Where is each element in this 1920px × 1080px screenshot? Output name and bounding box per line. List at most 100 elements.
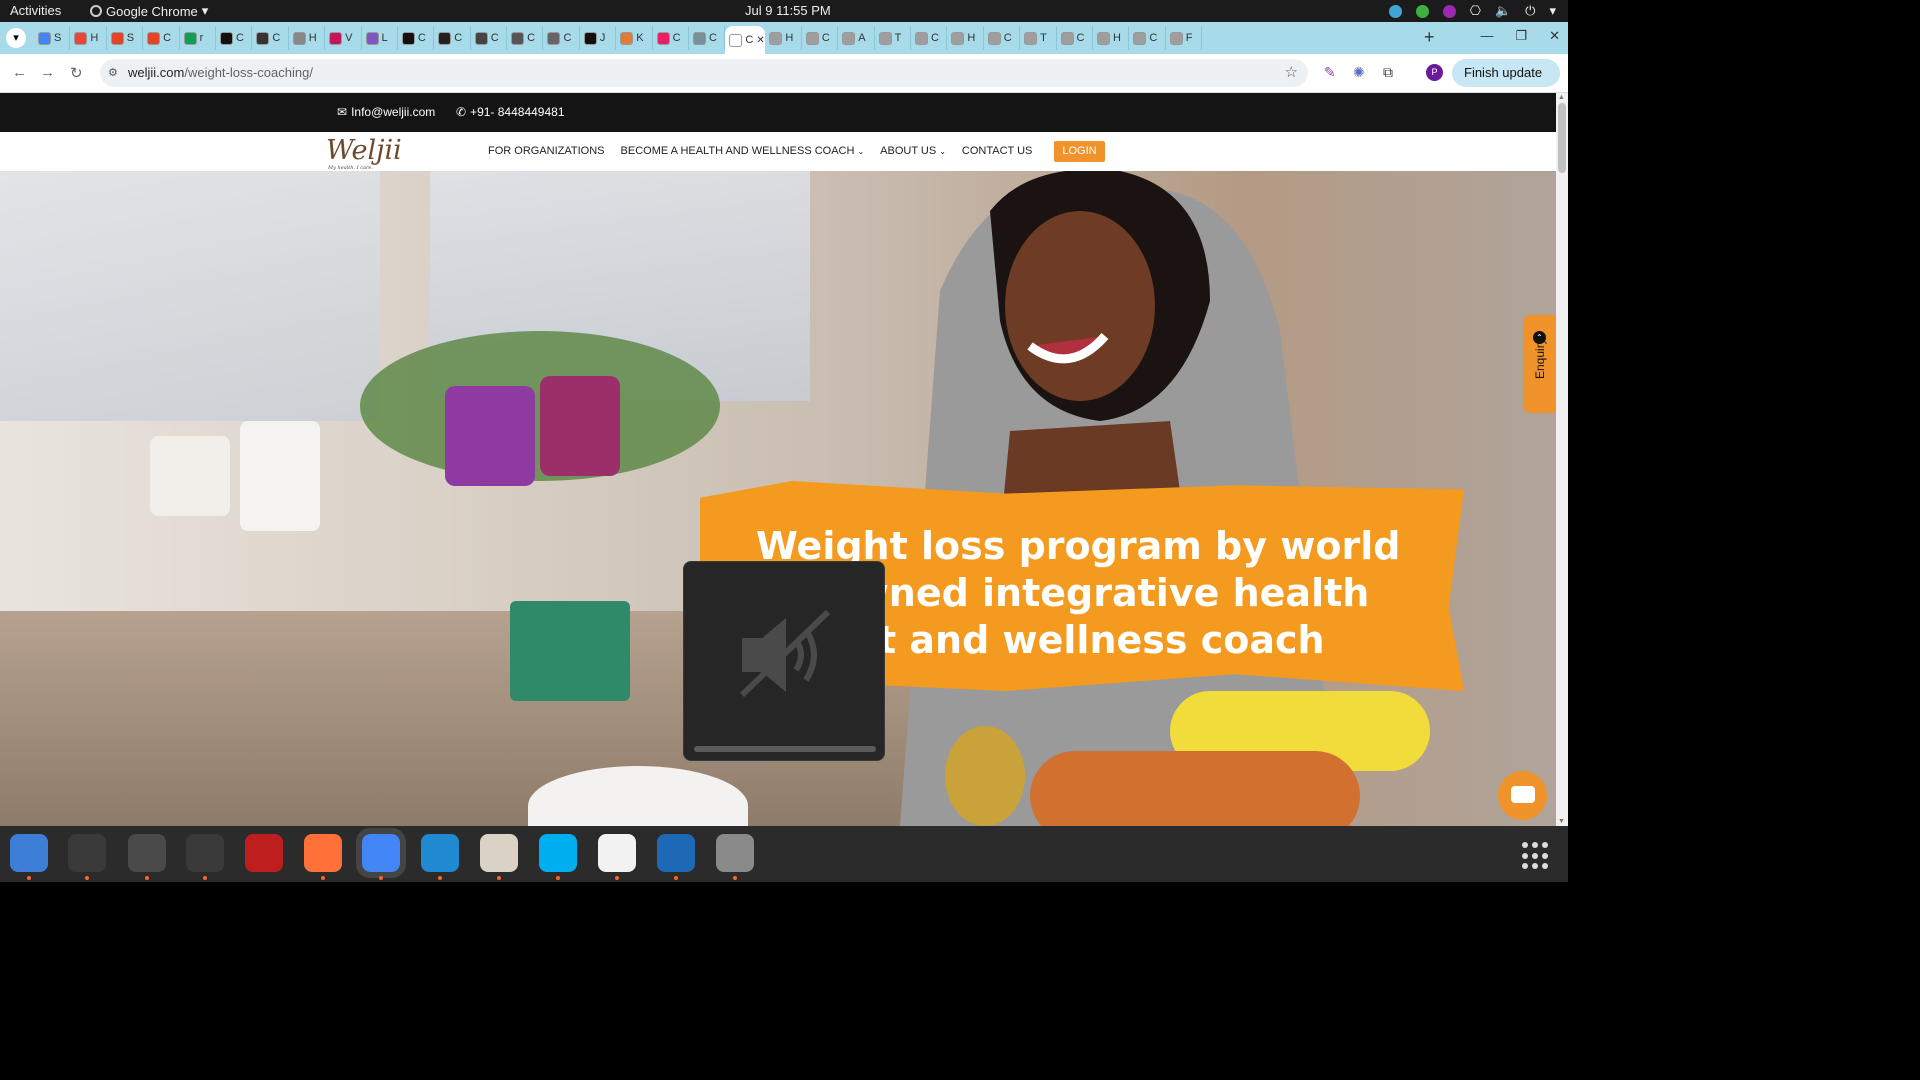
email-link[interactable]: ✉ Info@weljii.com	[337, 105, 435, 119]
browser-tab[interactable]: C	[507, 26, 544, 50]
browser-tab[interactable]: C	[689, 26, 726, 50]
enquiry-tab[interactable]: ⌃ Enquiry	[1523, 315, 1556, 413]
forward-button[interactable]: →	[40, 64, 55, 81]
enquiry-label: Enquiry	[1533, 338, 1547, 379]
vscode-icon[interactable]	[421, 834, 459, 872]
chat-bubble-icon	[1511, 786, 1535, 803]
thunderbird-icon[interactable]	[10, 834, 48, 872]
browser-tab[interactable]: J	[580, 26, 617, 50]
browser-tab[interactable]: A	[838, 26, 875, 50]
nav-item-for-organizations[interactable]: FOR ORGANIZATIONS	[488, 145, 605, 157]
nav-item-about-us[interactable]: ABOUT US ⌄	[880, 145, 946, 157]
new-tab-button[interactable]: +	[1424, 27, 1435, 48]
tray-check-icon[interactable]	[1415, 4, 1429, 18]
maximize-icon[interactable]: ❐	[1515, 28, 1527, 44]
app-menu[interactable]: Google Chrome ▾	[90, 3, 208, 19]
browser-tab[interactable]: H	[70, 26, 107, 50]
browser-tab[interactable]: C	[143, 26, 180, 50]
filezilla-icon[interactable]	[245, 834, 283, 872]
text-editor-icon[interactable]	[598, 834, 636, 872]
pen-extension-icon[interactable]: ✎	[1324, 64, 1336, 81]
browser-tab[interactable]: H	[947, 26, 984, 50]
browser-tab[interactable]: K	[616, 26, 653, 50]
browser-tab[interactable]: T	[875, 26, 911, 50]
close-tab-icon[interactable]: ✕	[756, 35, 764, 46]
tab-search-button[interactable]: ▾	[6, 28, 26, 48]
nav-item-contact-us[interactable]: CONTACT US	[962, 145, 1033, 157]
page-scrollbar[interactable]: ▲ ▼	[1556, 93, 1568, 826]
site-logo[interactable]: Weljii My health. I care.	[326, 135, 402, 171]
browser-tab[interactable]: H	[289, 26, 326, 50]
browser-tab[interactable]: H	[1093, 26, 1130, 50]
browser-tab[interactable]: S	[107, 26, 144, 50]
browser-tab[interactable]: C	[216, 26, 253, 50]
running-indicator	[203, 876, 207, 880]
skype-icon[interactable]	[539, 834, 577, 872]
browser-tab[interactable]: C	[984, 26, 1021, 50]
browser-tab[interactable]: r	[180, 26, 216, 50]
tab-title: F	[1185, 32, 1193, 44]
address-bar[interactable]: ⚙ weljii.com/weight-loss-coaching/ ☆	[100, 59, 1308, 87]
browser-tab[interactable]: V	[325, 26, 362, 50]
browser-tab[interactable]: C	[252, 26, 289, 50]
running-indicator	[321, 876, 325, 880]
close-window-icon[interactable]: ✕	[1549, 28, 1560, 44]
caret-down-icon[interactable]: ▾	[1549, 3, 1556, 19]
browser-tab[interactable]: H	[765, 26, 802, 50]
caret-down-icon: ▾	[201, 3, 209, 18]
browser-tab[interactable]: C	[802, 26, 839, 50]
tab-favicon-icon	[110, 31, 124, 45]
finish-update-label: Finish update	[1464, 65, 1543, 80]
sparkle-extension-icon[interactable]: ✺	[1353, 64, 1365, 81]
power-icon[interactable]: ⏻	[1525, 3, 1535, 19]
volume-icon[interactable]: 🔈	[1495, 3, 1511, 19]
scroll-up-icon[interactable]: ▲	[1558, 94, 1565, 101]
system-monitor-icon[interactable]	[186, 834, 224, 872]
reload-button[interactable]: ↻	[70, 64, 83, 82]
writer-icon[interactable]	[657, 834, 695, 872]
chrome-icon[interactable]	[356, 828, 406, 878]
tab-title: C	[821, 32, 830, 44]
tray-app-icon[interactable]	[1388, 4, 1402, 18]
main-menu: FOR ORGANIZATIONS BECOME A HEALTH AND WEL…	[488, 145, 1048, 157]
network-icon[interactable]: ⎔	[1470, 3, 1481, 19]
files-icon[interactable]	[480, 834, 518, 872]
profile-avatar[interactable]: P	[1426, 64, 1443, 81]
firefox-icon[interactable]	[304, 834, 342, 872]
browser-tab[interactable]: C	[471, 26, 508, 50]
clock[interactable]: Jul 9 11:55 PM	[745, 3, 831, 18]
phone-link[interactable]: ✆ +91- 8448449481	[456, 105, 565, 119]
browser-tab[interactable]: C	[1057, 26, 1093, 50]
face-shape	[1005, 211, 1155, 401]
nav-item-become-a-health-and-wellness-coach[interactable]: BECOME A HEALTH AND WELLNESS COACH ⌄	[621, 145, 865, 157]
browser-tab[interactable]: C	[543, 26, 580, 50]
extensions-puzzle-icon[interactable]: ⧉	[1383, 64, 1393, 81]
scrollbar-thumb[interactable]	[1558, 103, 1566, 173]
browser-tab[interactable]: T	[1020, 26, 1057, 50]
browser-tab[interactable]: C	[434, 26, 471, 50]
chat-button[interactable]	[1498, 771, 1547, 820]
browser-tab[interactable]: C	[1129, 26, 1166, 50]
bookmark-star-icon[interactable]: ☆	[1285, 59, 1298, 87]
disks-icon[interactable]	[716, 834, 754, 872]
scroll-down-icon[interactable]: ▼	[1558, 818, 1565, 825]
browser-tab[interactable]: L	[362, 26, 398, 50]
terminal-icon[interactable]	[68, 834, 106, 872]
browser-tab[interactable]: C	[398, 26, 435, 50]
browser-tab[interactable]: C	[911, 26, 948, 50]
tray-color-icon[interactable]	[1442, 4, 1456, 18]
browser-tab[interactable]: C	[653, 26, 690, 50]
browser-tab[interactable]: S	[34, 26, 71, 50]
tab-active[interactable]: C ✕	[725, 26, 766, 54]
finish-update-button[interactable]: Finish update ⋮	[1452, 59, 1560, 108]
app-menu-label: Google Chrome	[106, 3, 198, 19]
login-button[interactable]: LOGIN	[1054, 141, 1105, 162]
site-info-icon[interactable]: ⚙	[108, 59, 118, 87]
browser-tab[interactable]: F	[1166, 26, 1203, 50]
calculator-icon[interactable]	[128, 834, 166, 872]
minimize-icon[interactable]: —	[1480, 28, 1493, 44]
activities-button[interactable]: Activities	[10, 3, 61, 18]
back-button[interactable]: ←	[12, 64, 27, 81]
system-tray[interactable]: ⎔ 🔈 ⏻ ▾	[1388, 3, 1556, 19]
show-apps-grid-icon[interactable]	[1522, 842, 1550, 870]
